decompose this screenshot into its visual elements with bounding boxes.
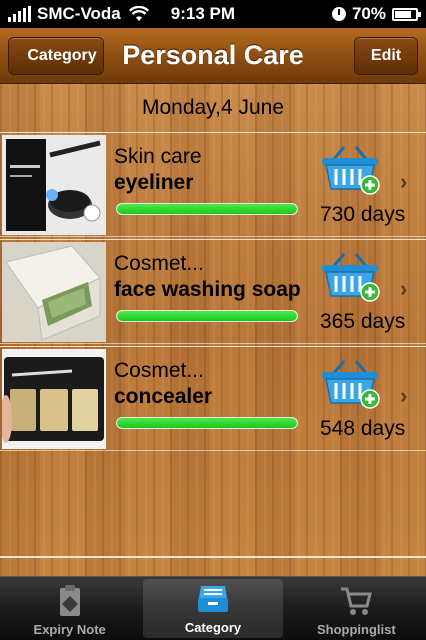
expiry-progress-bar: [116, 203, 298, 215]
status-bar: SMC-Voda 9:13 PM 70%: [0, 0, 426, 28]
battery-icon: [392, 7, 421, 21]
signal-icon: [8, 6, 31, 22]
item-name: eyeliner: [114, 171, 194, 194]
item-category: Skin care: [114, 145, 202, 168]
product-thumbnail-eyeliner: [2, 135, 106, 235]
tab-label: Shoppinglist: [316, 622, 396, 637]
add-to-basket-icon[interactable]: [320, 145, 382, 195]
expiry-days: 548 days: [320, 417, 406, 440]
expiry-days: 730 days: [320, 203, 406, 226]
list-item[interactable]: Cosmet... concealer 548 days ›: [0, 346, 426, 451]
tab-expiry-note[interactable]: Expiry Note: [0, 577, 139, 640]
item-name: face washing soap: [114, 278, 301, 301]
expiry-days: 365 days: [320, 310, 406, 333]
list-item[interactable]: Skin care eyeliner 730 days ›: [0, 132, 426, 237]
item-list[interactable]: Monday,4 June Skin care eyeliner 730 day…: [0, 84, 426, 576]
carrier-name: SMC-Voda: [37, 4, 121, 23]
item-category: Cosmet...: [114, 359, 204, 382]
page-title: Personal Care: [122, 40, 304, 70]
battery-percent: 70%: [351, 4, 386, 23]
expiry-progress-bar: [116, 417, 298, 429]
tab-label: Expiry Note: [33, 622, 106, 637]
list-item[interactable]: Cosmet... face washing soap 365 days ›: [0, 239, 426, 344]
alarm-clock-icon: [331, 7, 346, 21]
tab-shoppinglist[interactable]: Shoppinglist: [287, 577, 426, 640]
add-to-basket-icon[interactable]: [320, 252, 382, 302]
navigation-bar: Category Personal Care Edit: [0, 28, 426, 84]
cart-icon: [341, 587, 373, 615]
tab-bar: Expiry Note Category Shoppinglist: [0, 576, 426, 640]
disclosure-chevron-icon[interactable]: ›: [400, 169, 407, 195]
add-to-basket-icon[interactable]: [320, 359, 382, 409]
tab-category[interactable]: Category: [143, 579, 283, 638]
item-name: concealer: [114, 385, 213, 408]
product-thumbnail-concealer: [2, 349, 106, 449]
list-bottom-divider: [0, 556, 426, 558]
tab-label: Category: [184, 620, 242, 635]
clipboard-icon: [59, 585, 80, 616]
expiry-progress-bar: [116, 310, 298, 322]
item-category: Cosmet...: [114, 252, 204, 275]
clock-time: 9:13 PM: [170, 4, 235, 23]
disclosure-chevron-icon[interactable]: ›: [400, 383, 407, 409]
wifi-icon: [128, 6, 149, 21]
edit-button[interactable]: Edit: [354, 37, 418, 75]
disclosure-chevron-icon[interactable]: ›: [400, 276, 407, 302]
tray-icon: [197, 586, 228, 612]
date-header: Monday,4 June: [141, 96, 285, 119]
back-button[interactable]: Category: [8, 37, 104, 75]
product-thumbnail-soap: [2, 242, 106, 342]
